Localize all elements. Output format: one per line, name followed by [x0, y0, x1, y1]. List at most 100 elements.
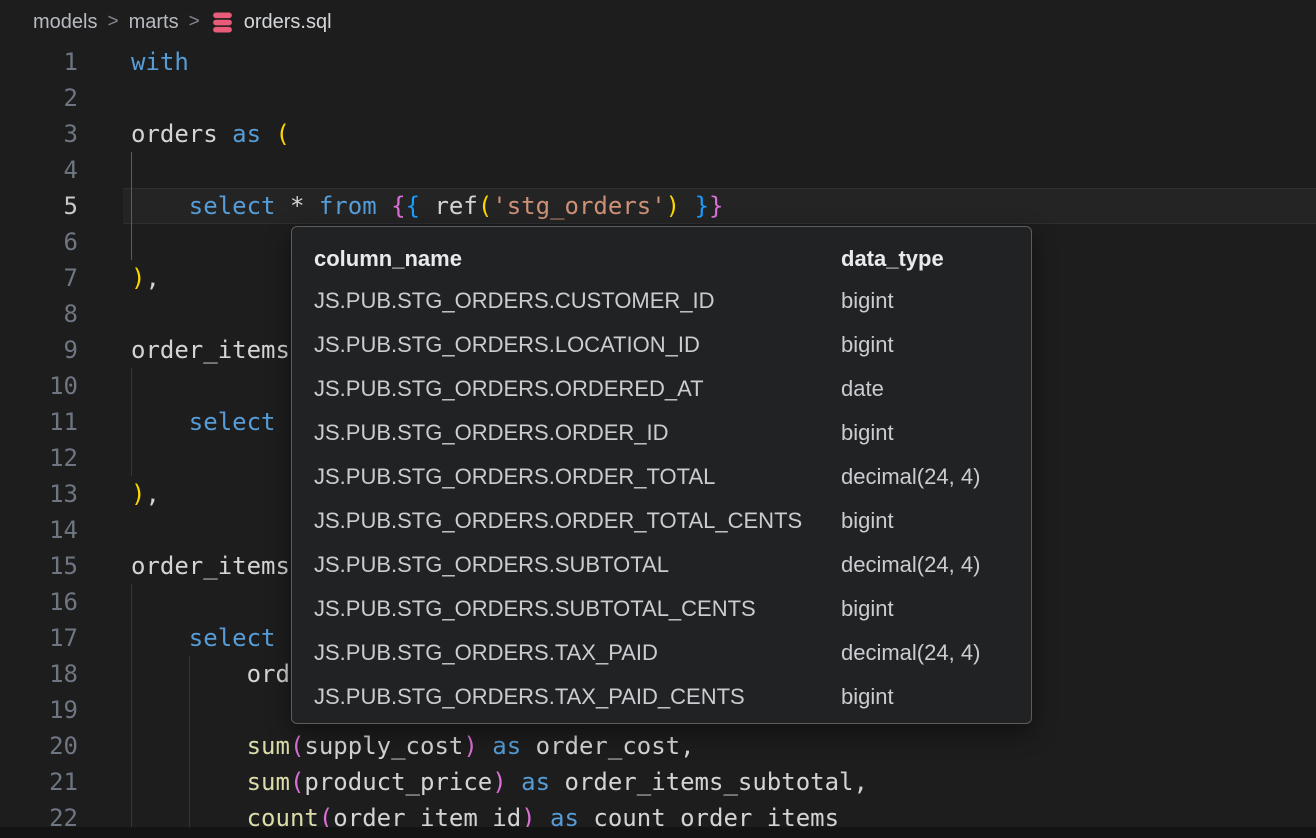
indent-guide	[131, 764, 132, 800]
token-id: product_price	[304, 768, 492, 796]
indent-guide	[189, 692, 190, 728]
popup-row: JS.PUB.STG_ORDERS.ORDER_TOTALdecimal(24,…	[314, 455, 1031, 499]
token-id: *	[276, 192, 319, 220]
token-b2: )	[492, 768, 506, 796]
code-line-5[interactable]: 5 select * from {{ ref('stg_orders') }}	[0, 188, 1316, 224]
popup-row: JS.PUB.STG_ORDERS.ORDER_IDbigint	[314, 411, 1031, 455]
line-number: 7	[0, 260, 78, 296]
popup-column-name-value: JS.PUB.STG_ORDERS.ORDER_TOTAL_CENTS	[314, 499, 841, 543]
line-number: 5	[0, 188, 78, 224]
code-text[interactable]: with	[123, 44, 1316, 80]
token-b1: )	[131, 480, 145, 508]
token-kw: from	[319, 192, 377, 220]
token-kw: as	[521, 768, 550, 796]
token-id: ref	[434, 192, 477, 220]
popup-column-name-value: JS.PUB.STG_ORDERS.TAX_PAID	[314, 631, 841, 675]
token-id	[507, 768, 521, 796]
popup-header-row: column_name data_type	[314, 239, 1031, 279]
bottom-strip	[0, 827, 1316, 838]
line-number: 10	[0, 368, 78, 404]
line-number: 1	[0, 44, 78, 80]
token-b2: (	[290, 768, 304, 796]
popup-data-type-value: decimal(24, 4)	[841, 631, 1031, 675]
token-id: order_items_subtotal,	[550, 768, 868, 796]
line-number: 16	[0, 584, 78, 620]
popup-data-type-value: bigint	[841, 587, 1031, 631]
code-text[interactable]: orders as (	[123, 116, 1316, 152]
line-number: 9	[0, 332, 78, 368]
popup-data-type-value: decimal(24, 4)	[841, 455, 1031, 499]
line-number: 19	[0, 692, 78, 728]
code-line-4[interactable]: 4	[0, 152, 1316, 188]
token-kw: select	[189, 408, 276, 436]
popup-column-name-value: JS.PUB.STG_ORDERS.TAX_PAID_CENTS	[314, 675, 841, 719]
token-id: ,	[145, 480, 159, 508]
token-str: 'stg_orders'	[492, 192, 665, 220]
indent-guide	[131, 692, 132, 728]
token-id	[131, 408, 189, 436]
token-b1: )	[131, 264, 145, 292]
popup-column-name-value: JS.PUB.STG_ORDERS.ORDERED_AT	[314, 367, 841, 411]
breadcrumb-item-file[interactable]: orders.sql	[210, 10, 332, 35]
code-line-21[interactable]: 21 sum(product_price) as order_items_sub…	[0, 764, 1316, 800]
token-id: orders	[131, 120, 232, 148]
line-number: 18	[0, 656, 78, 692]
line-number: 20	[0, 728, 78, 764]
code-text[interactable]	[123, 80, 1316, 116]
token-kw: with	[131, 48, 189, 76]
breadcrumb-separator-icon: >	[189, 11, 200, 33]
token-b2: {	[391, 192, 405, 220]
token-kw: select	[189, 192, 276, 220]
token-id	[131, 624, 189, 652]
popup-row: JS.PUB.STG_ORDERS.TAX_PAID_CENTSbigint	[314, 675, 1031, 719]
token-id: supply_cost	[304, 732, 463, 760]
indent-guide	[131, 188, 132, 224]
popup-data-type-value: bigint	[841, 499, 1031, 543]
token-id	[261, 120, 275, 148]
popup-rows: JS.PUB.STG_ORDERS.CUSTOMER_IDbigintJS.PU…	[314, 279, 1031, 719]
popup-column-name-value: JS.PUB.STG_ORDERS.ORDER_ID	[314, 411, 841, 455]
token-id: order_items	[131, 336, 290, 364]
database-icon	[210, 10, 235, 35]
token-id	[680, 192, 694, 220]
breadcrumb: models > marts > orders.sql	[0, 0, 1316, 44]
token-id: order_cost,	[521, 732, 694, 760]
token-kw: select	[189, 624, 276, 652]
indent-guide	[131, 620, 132, 656]
popup-row: JS.PUB.STG_ORDERS.SUBTOTAL_CENTSbigint	[314, 587, 1031, 631]
line-number: 4	[0, 152, 78, 188]
code-text[interactable]: sum(supply_cost) as order_cost,	[123, 728, 1316, 764]
code-line-2[interactable]: 2	[0, 80, 1316, 116]
indent-guide	[131, 152, 132, 188]
line-number: 6	[0, 224, 78, 260]
code-text[interactable]	[123, 152, 1316, 188]
token-id	[478, 732, 492, 760]
token-b1: (	[276, 120, 290, 148]
line-number: 21	[0, 764, 78, 800]
breadcrumb-item-marts[interactable]: marts	[129, 11, 179, 34]
popup-data-type-value: bigint	[841, 279, 1031, 323]
popup-data-type-value: bigint	[841, 323, 1031, 367]
popup-column-name-value: JS.PUB.STG_ORDERS.SUBTOTAL_CENTS	[314, 587, 841, 631]
code-text[interactable]: select * from {{ ref('stg_orders') }}	[123, 188, 1316, 224]
code-line-20[interactable]: 20 sum(supply_cost) as order_cost,	[0, 728, 1316, 764]
indent-guide	[131, 440, 132, 476]
indent-guide	[131, 584, 132, 620]
breadcrumb-item-models[interactable]: models	[33, 11, 97, 34]
code-line-3[interactable]: 3orders as (	[0, 116, 1316, 152]
popup-header-data-type: data_type	[841, 239, 1031, 279]
breadcrumb-separator-icon: >	[107, 11, 118, 33]
token-kw: as	[232, 120, 261, 148]
line-number: 11	[0, 404, 78, 440]
popup-column-name-value: JS.PUB.STG_ORDERS.CUSTOMER_ID	[314, 279, 841, 323]
code-line-1[interactable]: 1 with	[0, 44, 1316, 80]
code-text[interactable]: sum(product_price) as order_items_subtot…	[123, 764, 1316, 800]
popup-data-type-value: bigint	[841, 675, 1031, 719]
line-number: 15	[0, 548, 78, 584]
line-number: 13	[0, 476, 78, 512]
indent-guide	[131, 404, 132, 440]
token-id: order_items	[131, 552, 290, 580]
token-id	[131, 192, 189, 220]
breadcrumb-file-label: orders.sql	[244, 11, 332, 34]
indent-guide	[189, 728, 190, 764]
